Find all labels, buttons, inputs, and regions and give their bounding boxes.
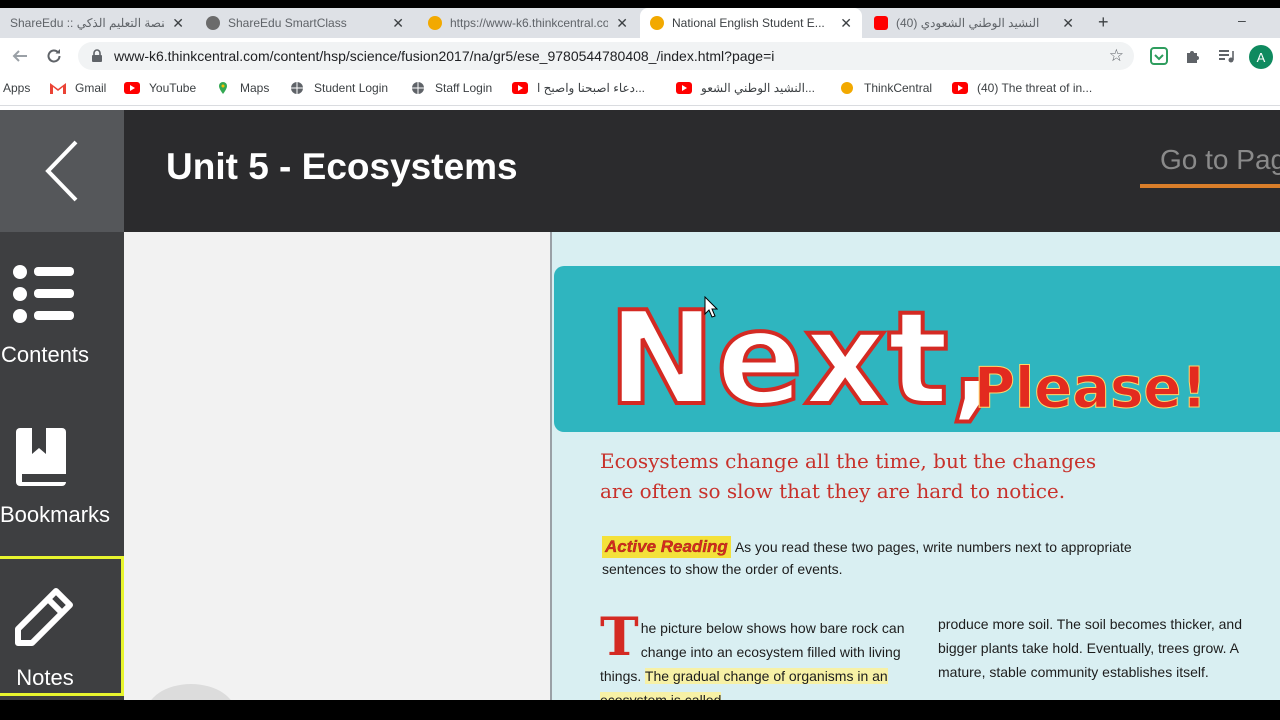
tab-title: ShareEdu :: منصة التعليم الذكي [10, 16, 165, 30]
ebook-app: Contents Bookmarks Notes Unit 5 - Ecosys… [0, 110, 1280, 720]
bookmark-label: Maps [240, 81, 270, 95]
tab-title: (40) النشيد الوطني الشعودي [896, 16, 1040, 30]
youtube-icon [676, 82, 692, 94]
youtube-icon [952, 82, 968, 94]
intro-text: Ecosystems change all the time, but the … [600, 449, 1097, 503]
thinkcentral-icon [428, 16, 442, 30]
youtube-icon [124, 82, 140, 94]
new-tab-button[interactable]: + [1098, 12, 1109, 33]
reload-icon[interactable] [42, 44, 66, 68]
ebook-page: Next, Please! Ecosystems change all the … [550, 232, 1280, 700]
go-to-page-underline [1140, 184, 1280, 188]
body-column-2: produce more soil. The soil becomes thic… [938, 616, 1243, 680]
bookmark-label: (40) The threat of in... [977, 81, 1093, 95]
thinkcentral-icon [841, 82, 853, 94]
bookmark-maps[interactable]: Maps [215, 81, 269, 95]
bookmark-label: ThinkCentral [864, 81, 933, 95]
close-icon[interactable]: ✕ [392, 15, 404, 32]
page-title: Unit 5 - Ecosystems [166, 146, 518, 187]
browser-toolbar: www-k6.thinkcentral.com/content/hsp/scie… [0, 38, 1280, 74]
bookmark-threat[interactable]: (40) The threat of in... [952, 81, 1092, 95]
bookmark-label: دعاء اصبحنا واصبح ا... [537, 81, 646, 95]
screen: ShareEdu :: منصة التعليم الذكي ✕ ShareEd… [0, 0, 1280, 720]
url-text: www-k6.thinkcentral.com/content/hsp/scie… [114, 48, 775, 64]
sidebar: Contents Bookmarks Notes [0, 110, 124, 700]
bookmark-label: YouTube [149, 81, 197, 95]
tab-title: https://www-k6.thinkcentral.com [450, 16, 609, 30]
back-button[interactable] [0, 110, 124, 232]
left-page-blank [124, 232, 550, 720]
sidebar-item-notes[interactable]: Notes [0, 556, 124, 696]
minimize-button[interactable]: – [1238, 12, 1246, 28]
heading-next: Next, [606, 285, 1000, 434]
pencil-icon [15, 588, 73, 646]
mouse-cursor-icon [704, 296, 718, 318]
bookmark-gmail[interactable]: Gmail [50, 81, 106, 95]
bookmark-student-login[interactable]: Student Login [289, 81, 388, 95]
bookmark-label: النشيد الوطني الشعو... [701, 81, 815, 95]
title-banner: Next, Please! [554, 266, 1280, 432]
close-icon[interactable]: ✕ [172, 15, 184, 32]
tab-strip: ShareEdu :: منصة التعليم الذكي ✕ ShareEd… [0, 8, 1280, 38]
tab-title: ShareEdu SmartClass [228, 16, 347, 30]
sidebar-item-contents[interactable]: Contents [0, 250, 124, 390]
close-icon[interactable]: ✕ [1062, 15, 1074, 32]
bookmark-anthem[interactable]: النشيد الوطني الشعو... [676, 81, 815, 95]
globe-icon [206, 16, 220, 30]
chevron-left-icon [45, 140, 78, 202]
bookmarks-bar: Apps Gmail YouTube Maps Student Login St… [0, 74, 1280, 106]
tab-youtube-anthem[interactable]: (40) النشيد الوطني الشعودي ✕ [864, 8, 1084, 38]
list-icon [13, 265, 74, 323]
heading-please: Please! [974, 356, 1208, 422]
puzzle-icon[interactable] [1184, 47, 1202, 65]
drop-cap: T [600, 607, 639, 668]
body-column-1: The picture below shows how bare rock ca… [600, 607, 916, 700]
tab-shareedu[interactable]: ShareEdu :: منصة التعليم الذكي ✕ [0, 8, 194, 38]
tab-national-english[interactable]: National English Student E... ✕ [640, 8, 862, 38]
bookmark-label: Gmail [75, 81, 107, 95]
top-black-bar [0, 0, 1280, 8]
active-reading: Active Reading As you read these two page… [602, 536, 1162, 580]
tab-title: National English Student E... [672, 16, 825, 30]
globe-icon [291, 82, 303, 94]
close-icon[interactable]: ✕ [616, 15, 628, 32]
bookmark-doaa[interactable]: دعاء اصبحنا واصبح ا... [512, 81, 645, 95]
bookmark-thinkcentral[interactable]: ThinkCentral [839, 81, 932, 95]
star-icon[interactable]: ☆ [1109, 46, 1124, 66]
sidebar-item-label: Bookmarks [0, 502, 111, 527]
unit-header: Unit 5 - Ecosystems Go to Page [124, 110, 1280, 232]
extension-icon[interactable] [1150, 47, 1168, 65]
gmail-icon [50, 82, 66, 94]
go-to-page-input[interactable]: Go to Page [1160, 144, 1280, 176]
sidebar-item-bookmarks[interactable]: Bookmarks [0, 410, 124, 550]
highlighted-text[interactable]: The gradual change of organisms in an ec… [600, 668, 888, 700]
bookmark-youtube[interactable]: YouTube [124, 81, 196, 95]
globe-icon [412, 82, 424, 94]
bookmark-apps[interactable]: Apps [3, 81, 30, 95]
youtube-icon [874, 16, 888, 30]
sidebar-item-label: Notes [16, 665, 74, 690]
maps-icon [219, 82, 227, 94]
bookmark-label: Student Login [314, 81, 389, 95]
bottom-black-bar [0, 700, 1280, 720]
bookmark-staff-login[interactable]: Staff Login [410, 81, 492, 95]
lock-icon [92, 49, 102, 62]
bookmark-label: Staff Login [435, 81, 493, 95]
bookmark-icon [16, 428, 66, 486]
thinkcentral-icon [650, 16, 664, 30]
profile-avatar[interactable]: A [1249, 45, 1273, 69]
tab-thinkcentral[interactable]: https://www-k6.thinkcentral.com ✕ [418, 8, 638, 38]
media-queue-icon[interactable] [1217, 47, 1235, 65]
bookmark-label: Apps [3, 81, 31, 95]
address-bar[interactable]: www-k6.thinkcentral.com/content/hsp/scie… [78, 42, 1134, 70]
youtube-icon [512, 82, 528, 94]
back-arrow-icon[interactable] [8, 44, 32, 68]
sidebar-item-label: Contents [0, 342, 90, 367]
tab-smartclass[interactable]: ShareEdu SmartClass ✕ [196, 8, 414, 38]
close-icon[interactable]: ✕ [840, 15, 852, 32]
active-reading-tag: Active Reading [602, 536, 731, 558]
